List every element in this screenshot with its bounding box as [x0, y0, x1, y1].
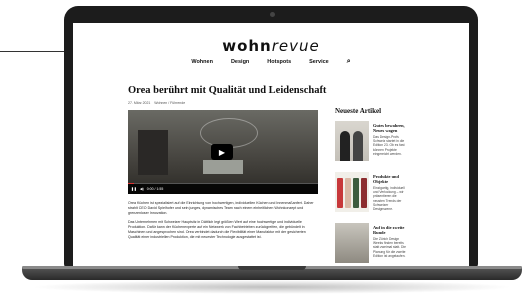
sidebar-article[interactable]: Gutes bewahren, Neues wagen Das Design-P… [335, 121, 405, 167]
volume-icon[interactable]: ◀) [140, 187, 144, 191]
sidebar-article-heading[interactable]: Auf in die zweite Runde [373, 225, 407, 235]
sidebar-article-text: Produkte und Objekte Einzigartig, indivi… [373, 174, 407, 211]
nav-item-service[interactable]: Service [309, 59, 329, 65]
laptop-screen: wohnrevue Wohnen Design Hotspots Service… [73, 23, 469, 268]
decorative-line [0, 51, 72, 52]
main-nav: Wohnen Design Hotspots Service ⌕ [73, 58, 469, 65]
search-icon[interactable]: ⌕ [347, 58, 351, 65]
nav-item-design[interactable]: Design [231, 59, 249, 65]
sidebar-article-desc: Die Zürich Design Weeks finden bereits s… [373, 237, 406, 258]
sidebar-article-text: Gutes bewahren, Neues wagen Das Design-P… [373, 123, 407, 156]
article-meta: 27. März 2021 Wohnen / Führende [128, 101, 185, 105]
play-icon[interactable]: ▶ [211, 144, 233, 160]
video-scene-counter [203, 160, 243, 174]
video-time: 0:00 / 1:55 [146, 187, 164, 191]
sidebar-article-text: Auf in die zweite Runde Die Zürich Desig… [373, 225, 407, 258]
camera-icon [270, 12, 275, 17]
sidebar-article-desc: Das Design-Profs Schweiz startet in die … [373, 135, 405, 156]
article-title: Orea berührt mit Qualität und Leidenscha… [128, 85, 327, 96]
nav-item-hotspots[interactable]: Hotspots [267, 59, 291, 65]
sidebar-article[interactable]: Auf in die zweite Runde Die Zürich Desig… [335, 223, 407, 268]
laptop-shadow [30, 280, 514, 294]
video-player[interactable]: ▶ ❚❚ ◀) 0:00 / 1:55 [128, 110, 318, 194]
article-date: 27. März 2021 [128, 101, 151, 105]
laptop-notch [238, 266, 306, 270]
article-paragraph: Das Unternehmen mit Schweizer Hauptsitz … [128, 220, 306, 239]
sidebar-article-desc: Einzigartig, individuell und Verlockung … [373, 186, 405, 212]
sidebar-article[interactable]: Produkte und Objekte Einzigartig, indivi… [335, 172, 405, 218]
pause-icon[interactable]: ❚❚ [131, 187, 137, 191]
article-category[interactable]: Wohnen / Führende [154, 101, 185, 105]
article-thumbnail[interactable] [335, 172, 369, 212]
video-controls: ❚❚ ◀) 0:00 / 1:55 [128, 184, 318, 194]
video-scene-wall [138, 130, 168, 175]
sidebar-title: Neueste Artikel [335, 107, 382, 115]
sidebar-article-heading[interactable]: Gutes bewahren, Neues wagen [373, 123, 407, 133]
article-paragraph: Orea Küchen ist spezialisiert auf die Ei… [128, 201, 314, 215]
site-logo[interactable]: wohnrevue [73, 37, 469, 55]
article-thumbnail[interactable] [335, 121, 369, 161]
article-body: Orea Küchen ist spezialisiert auf die Ei… [128, 201, 318, 244]
sidebar-article-heading[interactable]: Produkte und Objekte [373, 174, 407, 184]
nav-item-wohnen[interactable]: Wohnen [191, 59, 213, 65]
article-thumbnail[interactable] [335, 223, 369, 263]
